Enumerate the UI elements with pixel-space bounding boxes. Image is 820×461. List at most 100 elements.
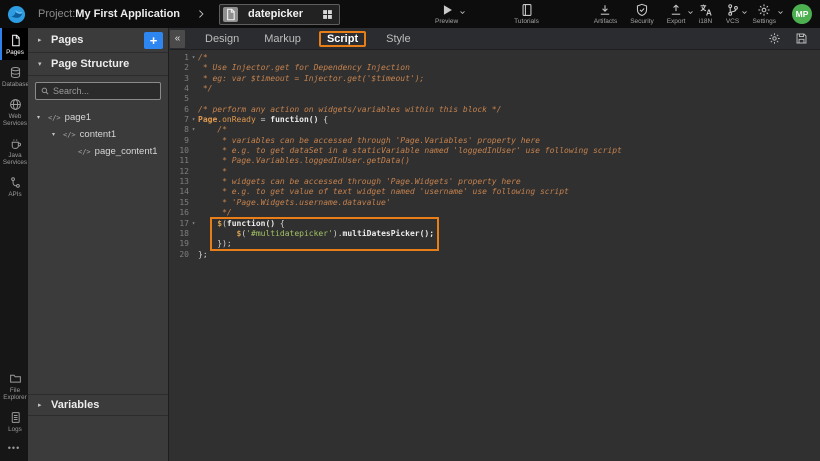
security-label: Security [630,18,653,25]
sidebar-item-pages[interactable]: Pages [0,28,28,60]
sidebar-item-logs[interactable]: Logs [0,405,28,437]
code-line[interactable]: 4 */ [170,84,820,94]
tab-design[interactable]: Design [200,31,244,47]
gutter-spacer [189,229,198,239]
code-line[interactable]: 6/* perform any action on widgets/variab… [170,105,820,115]
add-page-button[interactable]: + [144,32,163,49]
collapse-panel-button[interactable]: « [170,30,185,48]
pages-panel-header[interactable]: ▸ Pages + [28,28,168,53]
search-icon [40,86,50,96]
search-input[interactable] [53,86,156,96]
panel-footer [28,416,168,461]
caret-down-icon[interactable] [459,9,466,16]
code-line[interactable]: 14 * e.g. to get value of text widget na… [170,187,820,197]
fold-arrow-icon[interactable]: ▾ [189,53,198,63]
expand-arrow-icon[interactable]: ▾ [38,60,51,68]
code-line[interactable]: 5 [170,94,820,104]
globe-icon [9,98,22,111]
tutorials-label: Tutorials [514,18,539,25]
topbar-i18n-button[interactable]: Ai18N [699,3,713,25]
gutter-spacer [189,198,198,208]
code-tag-icon: </> [63,131,76,139]
caret-down-icon[interactable] [741,9,748,16]
code-editor[interactable]: 1▾/*2 * Use Injector.get for Dependency … [170,50,820,461]
topbar-settings-button[interactable]: Settings [753,3,777,25]
pages-panel: ▸ Pages + ▾ Page Structure ▾</>page1▾</>… [28,28,169,461]
sidebar-item-file-explorer[interactable]: File Explorer [0,366,28,405]
code-text: * e.g. to get value of text widget named… [198,187,569,197]
topbar-artifacts-button[interactable]: Artifacts [594,3,617,25]
database-icon [9,66,22,79]
tutorials-button[interactable]: Tutorials [514,3,539,25]
fold-arrow-icon[interactable]: ▾ [189,115,198,125]
expand-arrow-icon[interactable]: ▾ [52,131,63,138]
code-line[interactable]: 16 */ [170,208,820,218]
line-number: 8 [170,125,189,135]
code-line[interactable]: 8▾ /* [170,125,820,135]
code-line[interactable]: 20}; [170,250,820,260]
variables-section-header[interactable]: ▸ Variables [28,394,168,416]
sidebar-item-web-services[interactable]: Web Services [0,92,28,131]
code-line[interactable]: 1▾/* [170,53,820,63]
tree-item-page1[interactable]: ▾</>page1 [28,109,168,126]
code-line[interactable]: 13 * widgets can be accessed through 'Pa… [170,177,820,187]
code-line[interactable]: 15 * 'Page.Widgets.username.datavalue' [170,198,820,208]
chevron-right-icon [196,8,206,20]
fold-arrow-icon[interactable]: ▾ [189,125,198,135]
preview-button[interactable]: Preview [435,3,458,25]
code-line[interactable]: 17▾ $(function() { [170,219,820,229]
sidebar-item-databases[interactable]: Databases [0,60,28,92]
gutter-spacer [189,187,198,197]
editor-settings-gear-icon[interactable] [768,32,781,45]
search-box[interactable] [35,82,161,100]
sidebar-more-button[interactable]: ••• [0,437,28,461]
project-label: Project: [38,8,75,20]
gutter-spacer [189,105,198,115]
grid-icon[interactable] [321,8,334,21]
gutter-spacer [189,208,198,218]
topbar-vcs-button[interactable]: VCS [726,3,740,25]
sidebar-item-apis[interactable]: APIs [0,170,28,202]
page-structure-header[interactable]: ▾ Page Structure [28,53,168,76]
tab-style[interactable]: Style [381,31,415,47]
code-text: $('#multidatepicker').multiDatesPicker()… [198,229,434,239]
code-line[interactable]: 12 * [170,167,820,177]
caret-down-icon[interactable] [687,9,694,16]
code-line[interactable]: 3 * eg: var $timeout = Injector.get('$ti… [170,74,820,84]
project-name: My First Application [75,8,180,20]
tab-script[interactable]: Script [319,31,366,47]
top-bar: Project:My First Application datepicker … [0,0,820,28]
open-page-tab[interactable]: datepicker [219,4,340,25]
fold-arrow-icon[interactable]: ▾ [189,219,198,229]
file-icon [223,7,238,22]
collapse-arrow-icon[interactable]: ▸ [38,401,51,409]
collapse-arrow-icon[interactable]: ▸ [38,36,51,44]
user-avatar[interactable]: MP [792,4,812,24]
page-structure-title: Page Structure [51,58,129,70]
widget-tree: ▾</>page1▾</>content1</>page_content1 [28,107,168,394]
caret-down-icon[interactable] [777,9,784,16]
logs-icon [9,411,22,424]
code-line[interactable]: 2 * Use Injector.get for Dependency Inje… [170,63,820,73]
code-line[interactable]: 10 * e.g. to get dataSet in a staticVari… [170,146,820,156]
coffee-icon [9,137,22,150]
save-icon[interactable] [795,32,808,45]
java-services-label: Java Services [2,152,28,166]
code-line[interactable]: 18 $('#multidatepicker').multiDatesPicke… [170,229,820,239]
line-number: 19 [170,239,189,249]
expand-arrow-icon[interactable]: ▾ [37,114,48,121]
code-line[interactable]: 7▾Page.onReady = function() { [170,115,820,125]
code-line[interactable]: 19 }); [170,239,820,249]
tree-item-content1[interactable]: ▾</> content1 [28,126,168,143]
tree-item-label: content1 [80,129,116,140]
tab-markup[interactable]: Markup [259,31,306,47]
tree-item-page_content1[interactable]: </>page_content1 [28,143,168,160]
sidebar-item-java-services[interactable]: Java Services [0,131,28,170]
line-number: 17 [170,219,189,229]
topbar-security-button[interactable]: Security [630,3,653,25]
code-text: */ [198,208,232,218]
code-line[interactable]: 9 * variables can be accessed through 'P… [170,136,820,146]
topbar-export-button[interactable]: Export [667,3,686,25]
code-line[interactable]: 11 * Page.Variables.loggedInUser.getData… [170,156,820,166]
code-text: * Page.Variables.loggedInUser.getData() [198,156,410,166]
